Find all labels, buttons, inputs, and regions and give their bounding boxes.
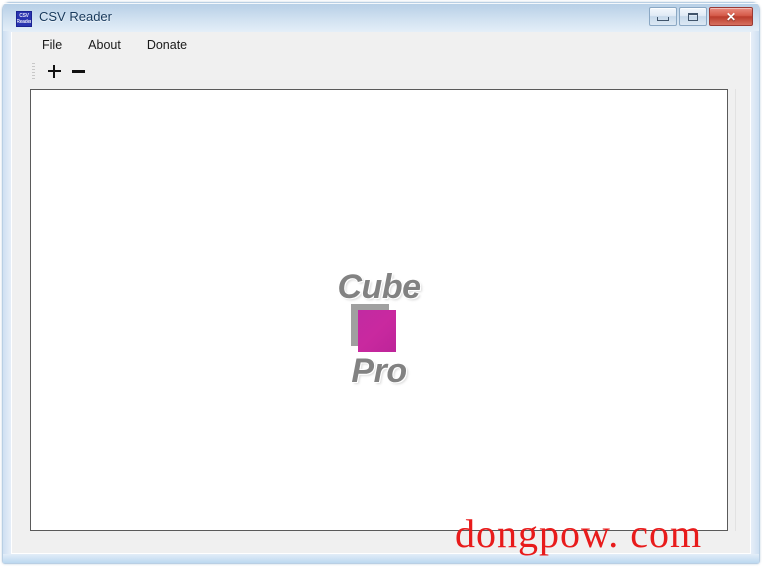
menu-item-file[interactable]: File — [30, 35, 74, 55]
maximize-button[interactable] — [679, 7, 707, 26]
window-frame-left-edge — [3, 31, 11, 563]
minus-icon — [71, 69, 85, 73]
toolbar-grip-handle[interactable] — [32, 63, 35, 79]
panel-right-divider — [735, 89, 736, 531]
csv-content-panel[interactable]: Cube Pro — [30, 89, 728, 531]
toolbar — [12, 57, 750, 85]
window-title: CSV Reader — [39, 9, 112, 24]
cube-pro-logo: Cube Pro — [294, 270, 464, 388]
logo-word-pro: Pro — [351, 352, 407, 390]
add-button[interactable] — [43, 60, 65, 82]
plus-icon-vertical — [53, 64, 55, 78]
maximize-icon — [688, 12, 698, 21]
title-bar[interactable]: CSV Reader CSV Reader ✕ — [3, 3, 759, 32]
app-icon: CSV Reader — [16, 11, 32, 27]
window-controls: ✕ — [647, 7, 753, 26]
minimize-icon — [657, 17, 669, 21]
logo-cube-graphic — [351, 304, 407, 354]
desktop-background: CSV Reader CSV Reader ✕ File About Donat… — [0, 0, 762, 568]
client-area: File About Donate Cube Pro — [11, 32, 751, 554]
window-frame-right-edge — [751, 31, 759, 563]
menu-item-about[interactable]: About — [76, 35, 133, 55]
watermark-text: dongpow. com — [455, 511, 703, 556]
application-window: CSV Reader CSV Reader ✕ File About Donat… — [2, 2, 760, 564]
logo-cube-face — [358, 310, 396, 352]
app-icon-line2: Reader — [16, 18, 32, 25]
minimize-button[interactable] — [649, 7, 677, 26]
remove-button[interactable] — [67, 60, 89, 82]
close-button[interactable]: ✕ — [709, 7, 753, 26]
menu-item-donate[interactable]: Donate — [135, 35, 199, 55]
logo-word-cube: Cube — [337, 268, 422, 306]
close-icon: ✕ — [725, 9, 737, 24]
menu-bar: File About Donate — [12, 32, 750, 57]
